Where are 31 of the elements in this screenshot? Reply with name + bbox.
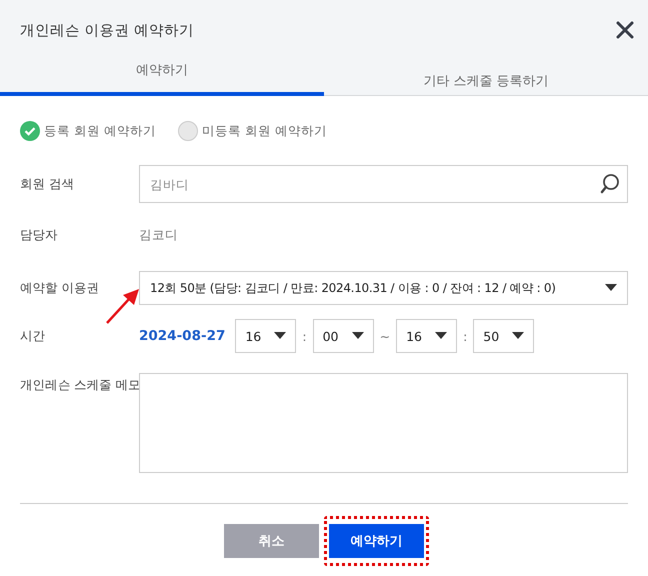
caret-icon	[435, 332, 448, 340]
memo-field[interactable]	[139, 373, 628, 473]
field-label: 시간	[20, 328, 46, 344]
field-label: 개인레슨 스케줄 메모	[20, 376, 139, 394]
time-separator: ~	[380, 328, 390, 344]
caret-icon	[352, 332, 364, 340]
time-separator: :	[463, 328, 468, 344]
caret-icon	[512, 332, 524, 340]
ticket-select[interactable]: 12회 50분 (담당: 김코디 / 만료: 2024.10.31 / 이용 : 0 / 잔여 : 12 / 예약 : 0)	[139, 271, 628, 305]
tab[interactable]: 예약하기	[0, 58, 324, 96]
radio-option[interactable]: 등록 회원 예약하기	[20, 121, 156, 141]
manager-name: 김코디	[139, 226, 178, 244]
dialog-title: 개인레슨 이용권 예약하기	[20, 22, 194, 40]
search-icon[interactable]	[600, 173, 620, 195]
date-link[interactable]: 2024-08-27	[139, 328, 226, 344]
caret-icon	[274, 332, 286, 340]
time-select[interactable]: 16	[235, 319, 296, 353]
time-select[interactable]: 50	[473, 319, 534, 353]
field-label: 예약할 이용권	[20, 280, 100, 296]
caret-icon	[605, 284, 617, 292]
tab[interactable]: 기타 스케줄 등록하기	[324, 58, 648, 96]
time-select[interactable]: 16	[396, 319, 458, 353]
field-label: 담당자	[20, 226, 59, 244]
search-field[interactable]: 김바디	[139, 165, 628, 203]
submit-button[interactable]: 예약하기	[329, 524, 424, 558]
radio-option[interactable]: 미등록 회원 예약하기	[178, 121, 327, 141]
close-icon[interactable]	[616, 21, 634, 39]
annotation-arrow	[105, 287, 141, 325]
time-select[interactable]: 00	[312, 319, 374, 353]
time-separator: :	[302, 328, 307, 344]
field-label: 회원 검색	[20, 176, 75, 192]
